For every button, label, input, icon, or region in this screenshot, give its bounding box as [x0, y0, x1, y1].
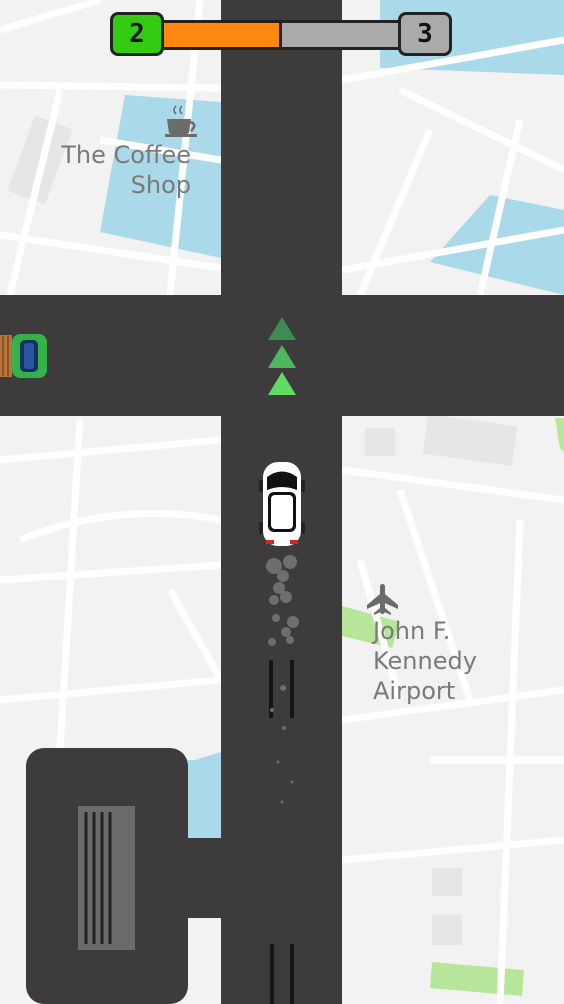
current-level-number: 2	[129, 19, 145, 49]
level-progress-fill	[164, 23, 282, 47]
player-car	[259, 462, 305, 546]
game-screen[interactable]: 2 3 The Coffee Shop John F. Kennedy Airp…	[0, 0, 564, 1004]
level-progress-bar	[164, 20, 400, 50]
next-level-number: 3	[417, 19, 433, 49]
city-block	[432, 868, 462, 896]
parking-lot	[26, 748, 230, 1004]
next-level-badge: 3	[398, 12, 452, 56]
city-block	[432, 915, 462, 945]
traffic-truck	[0, 334, 47, 378]
place-label-coffee-shop: The Coffee Shop	[61, 141, 191, 199]
place-label-airport: John F. Kennedy Airport	[373, 617, 477, 705]
city-block	[422, 413, 518, 467]
park	[430, 962, 524, 996]
park	[555, 418, 564, 452]
city-block	[365, 428, 395, 456]
current-level-badge: 2	[110, 12, 164, 56]
